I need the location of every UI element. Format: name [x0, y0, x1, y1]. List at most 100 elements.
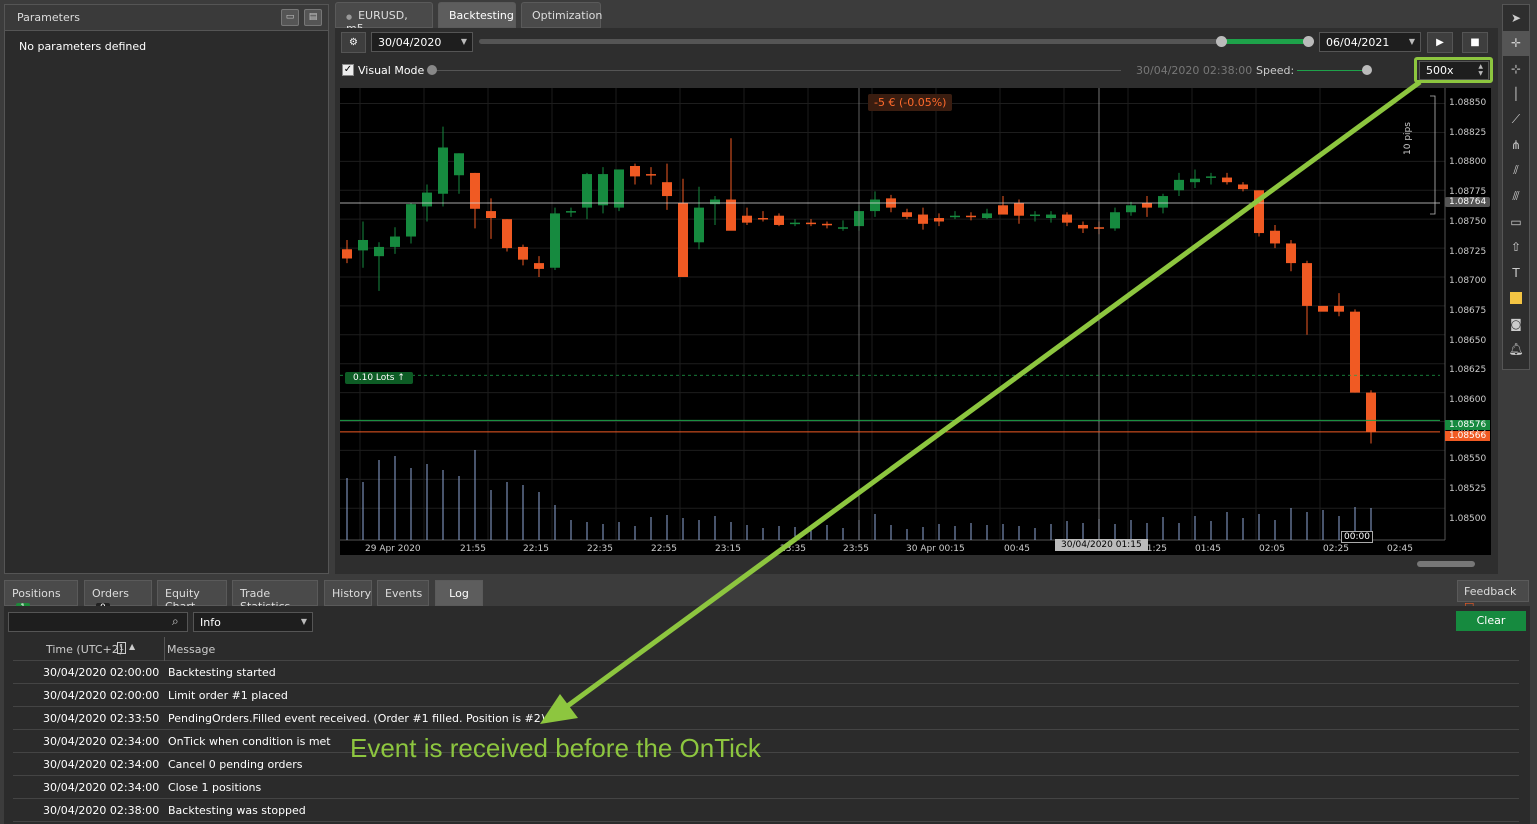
speed-select[interactable]: 500x ▲ ▼: [1419, 61, 1489, 80]
fibonacci-fan-icon[interactable]: ⫻: [1503, 184, 1529, 210]
price-tick-label: 1.08525: [1449, 484, 1487, 495]
feedback-button[interactable]: Feedback ▭: [1457, 580, 1529, 611]
log-row[interactable]: 30/04/2020 02:34:00 Cancel 0 pending orde…: [13, 753, 1519, 776]
tab-optimization[interactable]: Optimization: [521, 2, 602, 28]
log-time: 30/04/2020 02:00:00: [43, 666, 160, 679]
time-tick-label: 22:35: [587, 544, 613, 554]
log-header: Time (UTC+2) 1 ▲ Message: [13, 637, 1519, 661]
candle-body: [550, 213, 560, 268]
arrow-up-icon[interactable]: ⇧: [1503, 235, 1529, 261]
candle-body: [934, 218, 944, 222]
candle-body: [774, 215, 784, 225]
price-tick-label: 1.08650: [1449, 335, 1487, 346]
rectangle-icon[interactable]: ▭: [1503, 209, 1529, 235]
candle-body: [614, 169, 624, 208]
log-row[interactable]: 30/04/2020 02:34:00 Close 1 positions: [13, 776, 1519, 799]
candle-body: [870, 199, 880, 212]
playback-handle[interactable]: [427, 65, 437, 75]
candle-body: [422, 192, 432, 207]
candle-body: [598, 174, 608, 206]
price-tick-label: 1.08750: [1449, 216, 1487, 227]
log-time: 30/04/2020 02:33:50: [43, 712, 160, 725]
save-icon[interactable]: ▤: [304, 9, 322, 26]
stop-button[interactable]: ■: [1462, 32, 1488, 53]
time-tick-label: 01:45: [1195, 544, 1221, 554]
price-chart[interactable]: [340, 88, 1491, 555]
sort-ascending-icon: ▲: [129, 642, 136, 651]
tab-backtesting[interactable]: Backtesting: [438, 2, 516, 28]
chart-scrollbar[interactable]: [1417, 561, 1475, 567]
color-swatch-icon[interactable]: [1503, 286, 1529, 312]
folder-open-icon[interactable]: ▭: [281, 9, 299, 26]
parallel-channel-icon[interactable]: ⫽: [1503, 158, 1529, 184]
log-row[interactable]: 30/04/2020 02:34:00 OnTick when condition…: [13, 730, 1519, 753]
vertical-line-icon[interactable]: │: [1503, 82, 1529, 108]
price-tick-label: 1.08500: [1449, 513, 1487, 524]
visual-mode-checkbox[interactable]: ✓: [342, 64, 354, 76]
candle-body: [1078, 224, 1088, 229]
speed-slider[interactable]: [1297, 70, 1369, 71]
search-input[interactable]: [8, 612, 188, 632]
candle-body: [374, 246, 384, 257]
speed-handle[interactable]: [1362, 65, 1372, 75]
tab-equity-chart[interactable]: Equity Chart: [157, 580, 227, 613]
log-message: Close 1 positions: [168, 781, 262, 794]
col-message-header[interactable]: Message: [167, 643, 215, 656]
play-button[interactable]: ▶: [1427, 32, 1453, 53]
crosshair-measure-icon[interactable]: ⊹: [1503, 56, 1529, 82]
tab-orders[interactable]: Orders0: [84, 580, 152, 613]
date-range-slider[interactable]: [479, 39, 1313, 44]
log-message: Backtesting started: [168, 666, 276, 679]
range-handle-start[interactable]: [1216, 36, 1227, 47]
candle-body: [454, 153, 464, 176]
end-date-picker[interactable]: 06/04/2021 ▼: [1319, 32, 1421, 52]
camera-icon[interactable]: ◙: [1503, 311, 1529, 337]
log-row[interactable]: 30/04/2020 02:00:00 Backtesting started: [13, 661, 1519, 684]
candle-body: [742, 215, 752, 223]
tab-history[interactable]: History: [324, 580, 372, 606]
candle-body: [1238, 184, 1248, 190]
settings-gear-icon[interactable]: ⚙: [341, 32, 366, 53]
cursor-arrow-icon[interactable]: ➤: [1503, 5, 1529, 31]
start-date-picker[interactable]: 30/04/2020 ▼: [371, 32, 473, 52]
candle-body: [790, 222, 800, 225]
time-tick-label: 02:45: [1387, 544, 1413, 554]
crosshair-time-label: 30/04/2020 01:15: [1055, 539, 1148, 551]
candle-body: [1334, 305, 1344, 312]
candle-body: [694, 207, 704, 243]
price-tick-label: 1.08800: [1449, 157, 1487, 168]
tab-symbol[interactable]: ●EURUSD, m5: [335, 2, 433, 35]
spin-arrows-icon: ▲ ▼: [1478, 63, 1483, 77]
candle-body: [1110, 212, 1120, 229]
playback-track[interactable]: [428, 70, 1121, 71]
crosshair-icon[interactable]: ✛: [1503, 30, 1529, 56]
log-message: PendingOrders.Filled event received. (Or…: [168, 712, 546, 725]
candle-body: [998, 205, 1008, 215]
log-time: 30/04/2020 02:38:00: [43, 804, 160, 817]
candle-body: [438, 147, 448, 194]
range-handle-end[interactable]: [1303, 36, 1314, 47]
tab-trade-statistics[interactable]: Trade Statistics: [232, 580, 318, 613]
tab-positions[interactable]: Positions1: [4, 580, 78, 613]
col-time-header[interactable]: Time (UTC+2): [46, 643, 123, 656]
log-level-select[interactable]: Info ▼: [193, 612, 313, 632]
text-icon[interactable]: T: [1503, 260, 1529, 286]
log-message: Cancel 0 pending orders: [168, 758, 303, 771]
log-row[interactable]: 30/04/2020 02:38:00 Backtesting was stopp…: [13, 799, 1519, 822]
log-message: Limit order #1 placed: [168, 689, 288, 702]
tab-log[interactable]: Log: [435, 580, 483, 606]
bell-icon[interactable]: 🔔︎: [1503, 337, 1529, 363]
candle-body: [966, 215, 976, 218]
candle-body: [1318, 305, 1328, 312]
candle-body: [630, 165, 640, 177]
price-tick-label: 1.08625: [1449, 365, 1487, 376]
andrews-pitchfork-icon[interactable]: ⋔: [1503, 133, 1529, 159]
log-row[interactable]: 30/04/2020 02:00:00 Limit order #1 placed: [13, 684, 1519, 707]
clear-button[interactable]: Clear: [1456, 611, 1526, 631]
candle-body: [406, 204, 416, 237]
trend-line-icon[interactable]: ⟋: [1503, 107, 1529, 133]
log-row[interactable]: 30/04/2020 02:33:50 PendingOrders.Filled …: [13, 707, 1519, 730]
lots-label[interactable]: 0.10 Lots ↑: [345, 372, 413, 384]
tab-events[interactable]: Events: [377, 580, 429, 606]
candle-body: [758, 218, 768, 220]
